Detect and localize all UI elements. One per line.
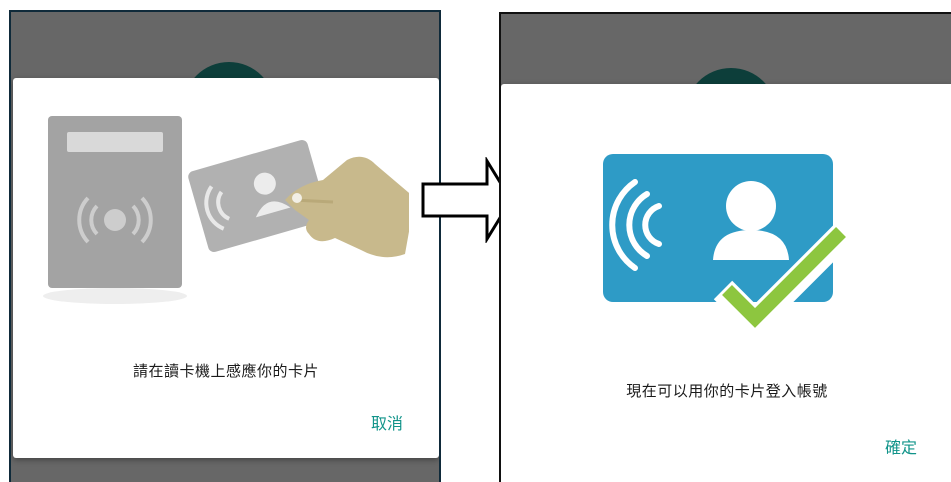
confirm-button[interactable]: 確定 — [885, 434, 917, 458]
card-reader-icon — [48, 116, 182, 288]
scan-card-dialog: 請在讀卡機上感應你的卡片 取消 — [13, 78, 439, 458]
card-reader-illustration — [43, 116, 439, 304]
login-ready-dialog: 現在可以用你的卡片登入帳號 確定 — [501, 84, 951, 482]
dialog-message: 現在可以用你的卡片登入帳號 — [626, 382, 828, 400]
left-screen: 請在讀卡機上感應你的卡片 取消 — [9, 10, 441, 482]
right-screen: 現在可以用你的卡片登入帳號 確定 — [499, 12, 951, 482]
dialog-message: 請在讀卡機上感應你的卡片 — [132, 362, 319, 380]
cancel-button[interactable]: 取消 — [371, 410, 403, 434]
card-success-illustration — [603, 154, 853, 341]
